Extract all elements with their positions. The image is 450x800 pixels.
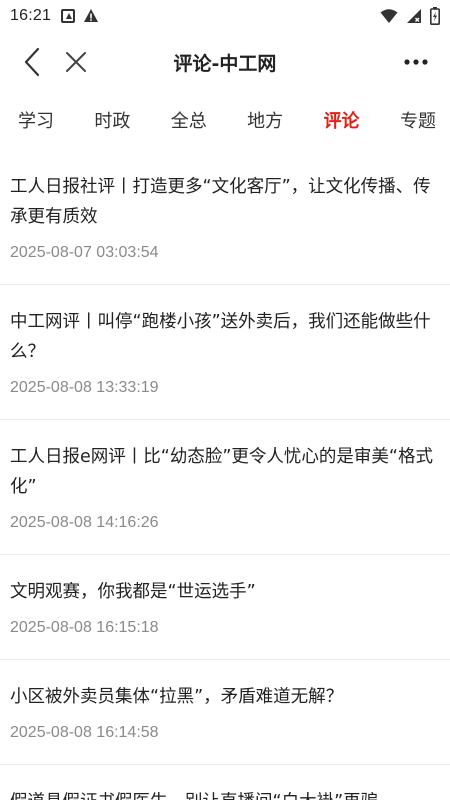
more-button[interactable] bbox=[394, 40, 438, 84]
news-title: 小区被外卖员集体“拉黑”，矛盾难道无解？ bbox=[10, 687, 344, 707]
tab-study[interactable]: 学习 bbox=[18, 107, 54, 133]
more-horizontal-icon bbox=[404, 59, 428, 65]
news-title: 工人日报社评丨打造更多“文化客厅”，让文化传播、传承更有质效 bbox=[10, 177, 431, 227]
battery-icon bbox=[430, 7, 440, 25]
list-item[interactable]: 假道具假证书假医生，别让直播间“白大褂”再骗 bbox=[0, 765, 450, 800]
back-button[interactable] bbox=[10, 40, 54, 84]
news-title: 假道具假证书假医生，别让直播间“白大褂”再骗 bbox=[10, 787, 440, 800]
news-time: 2025-08-08 16:14:58 bbox=[10, 724, 159, 741]
news-time: 2025-08-07 03:03:54 bbox=[10, 244, 159, 261]
list-item[interactable]: 工人日报e网评丨比“幼态脸”更令人忧心的是审美“格式化” 2025-08-08 … bbox=[0, 420, 450, 555]
list-item[interactable]: 中工网评丨叫停“跑楼小孩”送外卖后，我们还能做些什么？ 2025-08-08 1… bbox=[0, 285, 450, 420]
list-item[interactable]: 工人日报社评丨打造更多“文化客厅”，让文化传播、传承更有质效 2025-08-0… bbox=[0, 150, 450, 285]
tab-politics[interactable]: 时政 bbox=[94, 107, 130, 133]
list-item[interactable]: 小区被外卖员集体“拉黑”，矛盾难道无解？ 2025-08-08 16:14:58 bbox=[0, 660, 450, 765]
tab-special[interactable]: 专题 bbox=[400, 107, 436, 133]
list-item[interactable]: 文明观赛，你我都是“世运选手” 2025-08-08 16:15:18 bbox=[0, 555, 450, 660]
close-button[interactable] bbox=[54, 40, 98, 84]
news-list: 工人日报社评丨打造更多“文化客厅”，让文化传播、传承更有质效 2025-08-0… bbox=[0, 150, 450, 800]
status-bar: 16:21 bbox=[0, 0, 450, 32]
category-tabs: 学习 时政 全总 地方 评论 专题 bbox=[0, 96, 450, 144]
tab-federation[interactable]: 全总 bbox=[171, 107, 207, 133]
status-right-icons bbox=[380, 7, 440, 25]
tab-local[interactable]: 地方 bbox=[247, 107, 283, 133]
warning-icon bbox=[84, 9, 99, 22]
tab-commentary[interactable]: 评论 bbox=[324, 107, 360, 133]
news-title: 中工网评丨叫停“跑楼小孩”送外卖后，我们还能做些什么？ bbox=[10, 312, 431, 362]
signal-icon bbox=[407, 9, 421, 23]
app-notification-icon bbox=[61, 9, 76, 23]
news-title: 文明观赛，你我都是“世运选手” bbox=[10, 582, 256, 602]
news-time: 2025-08-08 14:16:26 bbox=[10, 514, 159, 531]
top-nav: 评论-中工网 bbox=[0, 32, 450, 92]
news-time: 2025-08-08 16:15:18 bbox=[10, 619, 159, 636]
status-time: 16:21 bbox=[10, 7, 52, 24]
news-time: 2025-08-08 13:33:19 bbox=[10, 379, 159, 396]
chevron-left-icon bbox=[24, 47, 40, 77]
close-icon bbox=[66, 52, 86, 72]
wifi-icon bbox=[380, 9, 398, 23]
news-title: 工人日报e网评丨比“幼态脸”更令人忧心的是审美“格式化” bbox=[10, 447, 433, 497]
status-left-icons bbox=[61, 8, 99, 24]
